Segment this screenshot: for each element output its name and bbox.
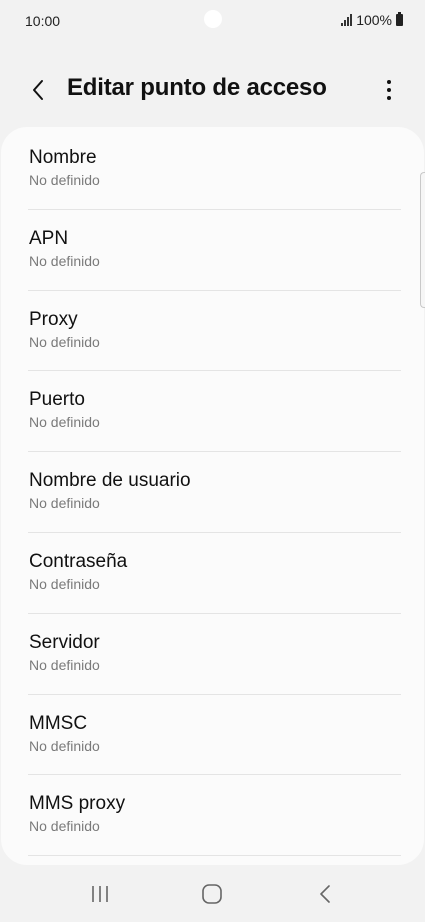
setting-title: Nombre — [29, 147, 97, 168]
app-bar: Editar punto de acceso — [0, 60, 425, 120]
navigation-bar — [0, 866, 425, 922]
setting-value: No definido — [29, 575, 100, 592]
settings-card: Nombre No definido APN No definido Proxy… — [1, 127, 424, 865]
status-time: 10:00 — [25, 13, 61, 29]
recents-button[interactable] — [70, 870, 130, 918]
setting-item-mms-proxy[interactable]: MMS proxy No definido — [1, 775, 424, 856]
camera-cutout — [204, 10, 222, 28]
setting-item-mmsc[interactable]: MMSC No definido — [1, 695, 424, 776]
setting-value: No definido — [29, 818, 100, 835]
status-bar: 10:00 100% — [0, 0, 425, 44]
settings-list: Nombre No definido APN No definido Proxy… — [1, 127, 424, 856]
setting-value: No definido — [29, 656, 100, 673]
back-icon — [320, 885, 330, 903]
setting-title: Contraseña — [29, 550, 128, 572]
setting-item-servidor[interactable]: Servidor No definido — [1, 614, 424, 695]
chevron-left-icon — [33, 80, 43, 100]
home-icon — [202, 884, 223, 904]
setting-value: No definido — [29, 252, 100, 269]
setting-title: Servidor — [29, 631, 100, 653]
page-title: Editar punto de acceso — [67, 74, 327, 101]
home-button[interactable] — [182, 870, 242, 918]
setting-title: Puerto — [29, 389, 85, 411]
setting-title: Nombre de usuario — [29, 470, 191, 492]
battery-icon — [396, 12, 403, 26]
battery-percentage: 100% — [356, 12, 392, 28]
setting-value: No definido — [29, 414, 100, 431]
more-options-button[interactable] — [377, 74, 401, 106]
setting-value: No definido — [29, 333, 100, 350]
more-vertical-icon — [387, 80, 391, 100]
setting-item-nombre[interactable]: Nombre No definido — [1, 129, 424, 210]
recents-icon — [92, 886, 108, 902]
signal-icon — [341, 14, 353, 26]
setting-item-contrasena[interactable]: Contraseña No definido — [1, 533, 424, 614]
setting-title: Proxy — [29, 308, 78, 330]
setting-item-nombre-de-usuario[interactable]: Nombre de usuario No definido — [1, 452, 424, 533]
setting-item-apn[interactable]: APN No definido — [1, 210, 424, 291]
setting-title: MMS proxy — [29, 793, 126, 815]
setting-item-proxy[interactable]: Proxy No definido — [1, 291, 424, 372]
setting-value: No definido — [29, 737, 100, 754]
setting-value: No definido — [29, 172, 100, 188]
setting-value: No definido — [29, 495, 100, 512]
status-indicators: 100% — [341, 12, 403, 28]
setting-item-puerto[interactable]: Puerto No definido — [1, 371, 424, 452]
setting-title: MMSC — [29, 712, 88, 734]
setting-title: APN — [29, 227, 69, 249]
back-button[interactable] — [22, 72, 54, 108]
system-back-button[interactable] — [295, 870, 355, 918]
scrollbar[interactable] — [420, 172, 425, 308]
